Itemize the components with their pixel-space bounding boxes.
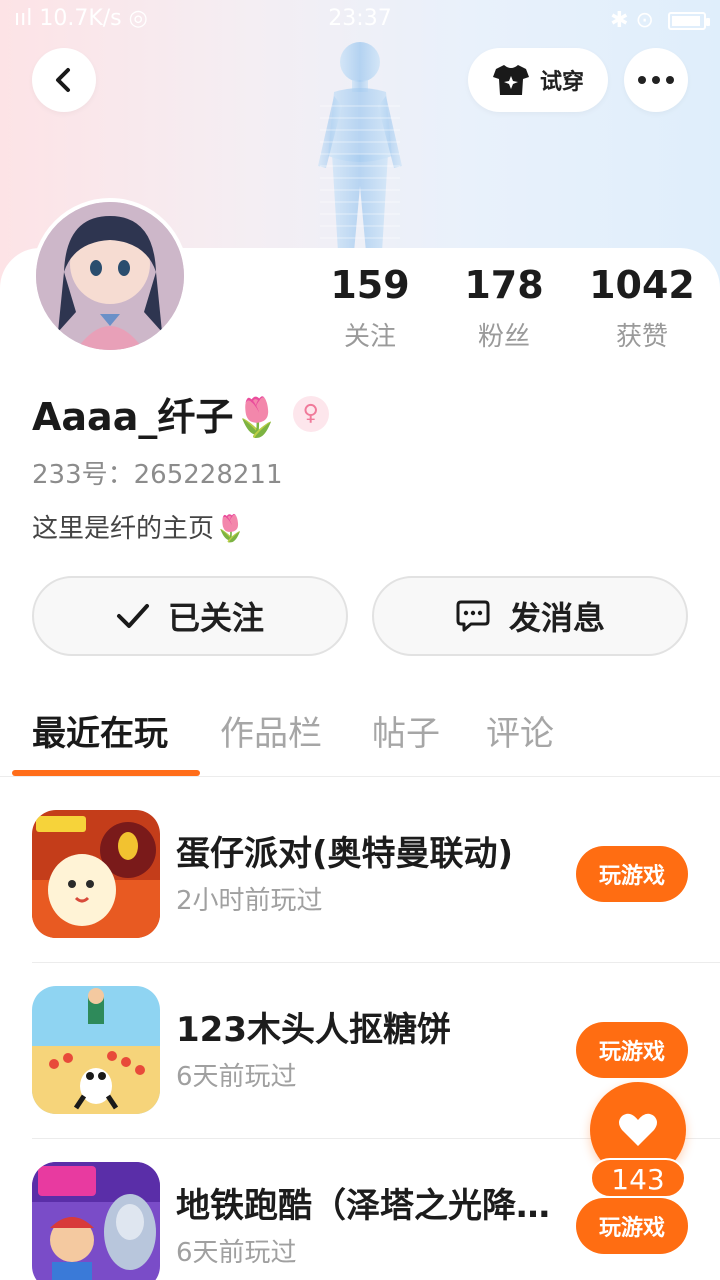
stat-following-count: 159 <box>330 263 410 307</box>
user-id: 233号：265228211 <box>32 460 283 490</box>
more-horizontal-icon <box>638 76 674 84</box>
followed-label: 已关注 <box>167 599 264 637</box>
stat-following-label: 关注 <box>343 322 396 352</box>
more-button[interactable] <box>624 48 688 112</box>
list-item[interactable]: 蛋仔派对(奥特曼联动) 2小时前玩过 玩游戏 <box>32 778 720 963</box>
game-title: 蛋仔派对(奥特曼联动) <box>176 834 514 874</box>
message-label: 发消息 <box>508 599 605 637</box>
profile-tabs: 最近在玩 作品栏 帖子 评论 <box>0 700 720 776</box>
name-row: Aaaa_纤子🌷 ♀ <box>32 386 329 441</box>
battery-icon <box>668 11 710 30</box>
game-last-played: 6天前玩过 <box>176 1238 297 1268</box>
stat-following[interactable]: 159 关注 <box>300 262 440 353</box>
play-game-button[interactable]: 玩游戏 <box>576 1022 688 1078</box>
stat-likes-count: 1042 <box>589 263 695 307</box>
user-bio: 这里是纤的主页🌷 <box>32 514 247 544</box>
stat-fans[interactable]: 178 粉丝 <box>434 262 574 353</box>
tab-recently-played[interactable]: 最近在玩 <box>32 706 168 755</box>
tabs-divider <box>0 776 720 777</box>
stat-likes-label: 获赞 <box>615 322 668 352</box>
female-icon: ♀ <box>292 395 329 432</box>
play-game-button[interactable]: 玩游戏 <box>576 1198 688 1254</box>
avatar[interactable] <box>32 198 188 354</box>
shirt-sparkle-icon <box>492 65 529 95</box>
status-bar: ııl 10.7K/s ◎ 23:37 ✱ ⊙ <box>0 0 720 40</box>
game-icon-subway-surfers <box>32 1162 160 1280</box>
tab-works[interactable]: 作品栏 <box>220 706 322 755</box>
stat-likes[interactable]: 1042 获赞 <box>572 262 712 353</box>
game-icon-squid-game <box>32 986 160 1114</box>
followed-button[interactable]: 已关注 <box>32 576 348 656</box>
tab-comments[interactable]: 评论 <box>486 706 554 755</box>
avatar-figure-silhouette <box>318 42 402 252</box>
stat-fans-label: 粉丝 <box>477 322 530 352</box>
back-button[interactable] <box>32 48 96 112</box>
tab-posts[interactable]: 帖子 <box>372 706 440 755</box>
status-icons: ✱ ⊙ <box>610 8 710 33</box>
message-button[interactable]: 发消息 <box>372 576 688 656</box>
game-last-played: 6天前玩过 <box>176 1062 297 1092</box>
game-icon-eggy-party <box>32 810 160 938</box>
stat-fans-count: 178 <box>464 263 544 307</box>
game-title: 地铁跑酷（泽塔之光降临） <box>176 1186 566 1226</box>
chevron-left-icon <box>56 68 70 92</box>
chat-bubble-icon <box>456 600 490 632</box>
bluetooth-alarm-icons: ✱ ⊙ <box>610 8 654 33</box>
play-game-button[interactable]: 玩游戏 <box>576 846 688 902</box>
check-icon <box>116 604 149 628</box>
try-on-button[interactable]: 试穿 <box>468 48 608 112</box>
heart-icon <box>619 1113 657 1146</box>
avatar-image <box>36 202 184 350</box>
user-name: Aaaa_纤子🌷 <box>32 395 281 439</box>
try-on-label: 试穿 <box>539 70 584 95</box>
game-title: 123木头人抠糖饼 <box>176 1010 451 1050</box>
like-count: 143 <box>590 1158 686 1198</box>
game-last-played: 2小时前玩过 <box>176 886 323 916</box>
